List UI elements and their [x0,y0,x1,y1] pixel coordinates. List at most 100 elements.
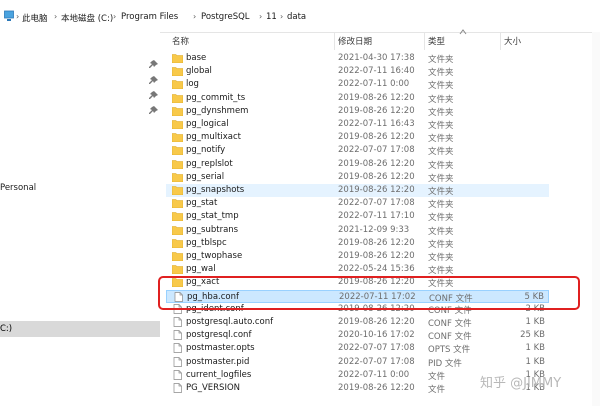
column-header-date[interactable]: 修改日期 [338,35,372,47]
file-type: 文件夹 [428,68,454,79]
annotation-highlight-box [158,276,580,310]
folder-icon [172,199,183,209]
column-header-size[interactable]: 大小 [504,35,521,47]
file-name: pg_serial [186,171,225,182]
file-row[interactable]: postgresql.auto.conf 2019-08-26 12:20 CONF… [166,316,549,329]
file-modified-date: 2022-07-11 16:43 [338,119,415,129]
file-modified-date: 2019-08-26 12:20 [338,105,415,116]
breadcrumb-this-pc[interactable]: 此电脑 [22,12,48,24]
file-row[interactable]: pg_dynshmem 2019-08-26 12:20 文件夹 [166,105,549,118]
file-type: 文件夹 [428,81,454,92]
breadcrumb-version[interactable]: 11 [266,12,277,22]
file-row[interactable]: log 2022-07-11 0:00 文件夹 [166,78,549,91]
column-header-name[interactable]: 名称 [172,35,189,47]
file-row[interactable]: pg_subtrans 2021-12-09 9:33 文件夹 [166,224,549,237]
pin-icon[interactable] [149,60,158,69]
pin-icon[interactable] [149,106,158,115]
chevron-right-icon[interactable]: › [259,12,262,21]
file-row[interactable]: pg_tblspc 2019-08-26 12:20 文件夹 [166,237,549,250]
file-name: pg_multixact [186,132,242,143]
folder-icon [172,146,183,156]
file-row[interactable]: pg_stat 2022-07-07 17:08 文件夹 [166,197,549,210]
file-row[interactable]: postgresql.conf 2020-10-16 17:02 CONF 文件 25… [166,329,549,342]
file-modified-date: 2019-08-26 12:20 [338,383,415,393]
column-header-type[interactable]: 类型 [428,35,445,47]
file-modified-date: 2022-07-11 0:00 [338,369,410,380]
file-row[interactable]: pg_logical 2022-07-11 16:43 文件夹 [166,118,549,131]
folder-icon [172,159,183,169]
computer-icon [4,10,14,21]
file-row[interactable]: pg_stat_tmp 2022-07-11 17:10 文件夹 [166,210,549,223]
breadcrumb-data[interactable]: data [287,12,306,22]
file-type: 文件夹 [428,213,454,224]
folder-icon [172,265,183,275]
pin-icon[interactable] [149,76,158,85]
watermark: 知乎 @JIMMY [480,376,562,391]
file-modified-date: 2022-07-07 17:08 [338,145,415,156]
file-modified-date: 2021-04-30 17:38 [338,53,415,63]
pin-icon[interactable] [149,91,158,100]
file-name: pg_dynshmem [186,105,249,116]
file-name: log [186,79,199,90]
file-row[interactable]: pg_snapshots 2019-08-26 12:20 文件夹 [166,184,549,197]
file-modified-date: 2022-05-24 15:36 [338,264,415,275]
file-name: pg_tblspc [186,237,227,248]
nav-item-drive-selected[interactable] [0,321,160,337]
file-row[interactable]: pg_twophase 2019-08-26 12:20 文件夹 [166,250,549,263]
address-bar[interactable]: › 此电脑 › 本地磁盘 (C:) › Program Files › Post… [0,0,600,33]
file-modified-date: 2019-08-26 12:20 [338,317,415,327]
nav-item-personal[interactable]: Personal [0,183,36,193]
file-name: postmaster.opts [186,343,255,354]
file-type: CONF 文件 [428,332,472,343]
breadcrumb-local-disk[interactable]: 本地磁盘 (C:) [61,12,113,24]
file-type: PID 文件 [428,358,462,369]
file-name: pg_replslot [186,158,233,169]
folder-icon [172,239,183,248]
file-type: 文件夹 [428,160,454,171]
file-size: 1 KB [525,343,545,354]
file-type: 文件夹 [428,107,454,118]
file-modified-date: 2019-08-26 12:20 [338,185,415,195]
file-row[interactable]: postmaster.pid 2022-07-07 17:08 PID 文件 1 KB [166,356,549,369]
folder-icon [172,54,183,63]
chevron-right-icon[interactable]: › [16,12,19,21]
breadcrumb-program-files[interactable]: Program Files [121,12,178,22]
file-modified-date: 2022-07-07 17:08 [338,198,415,209]
file-row[interactable]: global 2022-07-11 16:40 文件夹 [166,65,549,78]
column-divider[interactable] [424,32,425,50]
file-modified-date: 2022-07-07 17:08 [338,356,415,367]
file-type: 文件夹 [428,266,454,277]
chevron-right-icon[interactable]: › [280,12,283,21]
file-row[interactable]: pg_serial 2019-08-26 12:20 文件夹 [166,171,549,184]
file-name: pg_stat_tmp [186,211,239,222]
file-name: pg_commit_ts [186,92,246,103]
chevron-right-icon[interactable]: › [54,12,57,21]
file-type: 文件 [428,385,446,395]
folder-icon [172,133,183,143]
file-name: postgresql.conf [186,330,252,341]
file-name: pg_snapshots [186,185,245,195]
file-type: 文件夹 [428,187,454,197]
chevron-right-icon[interactable]: › [113,12,116,21]
file-type: 文件夹 [428,147,454,158]
file-row[interactable]: pg_replslot 2019-08-26 12:20 文件夹 [166,158,549,171]
breadcrumb-postgresql[interactable]: PostgreSQL [201,12,250,22]
column-divider[interactable] [334,32,335,50]
file-row[interactable]: pg_notify 2022-07-07 17:08 文件夹 [166,144,549,157]
file-row[interactable]: pg_commit_ts 2019-08-26 12:20 文件夹 [166,92,549,105]
file-type: 文件夹 [428,55,454,65]
file-row[interactable]: pg_multixact 2019-08-26 12:20 文件夹 [166,131,549,144]
file-name: postmaster.pid [186,356,250,367]
navigation-pane[interactable] [0,32,160,406]
file-row[interactable]: base 2021-04-30 17:38 文件夹 [166,52,549,65]
file-icon [173,383,182,393]
column-divider[interactable] [500,32,501,50]
folder-icon [172,186,183,195]
vertical-scrollbar[interactable] [592,32,600,406]
chevron-right-icon[interactable]: › [193,12,196,21]
file-row[interactable]: postmaster.opts 2022-07-07 17:08 OPTS 文件 1 … [166,342,549,355]
file-row[interactable]: pg_wal 2022-05-24 15:36 文件夹 [166,263,549,276]
file-modified-date: 2022-07-07 17:08 [338,343,415,354]
folder-icon [172,225,183,235]
file-icon [173,317,182,327]
